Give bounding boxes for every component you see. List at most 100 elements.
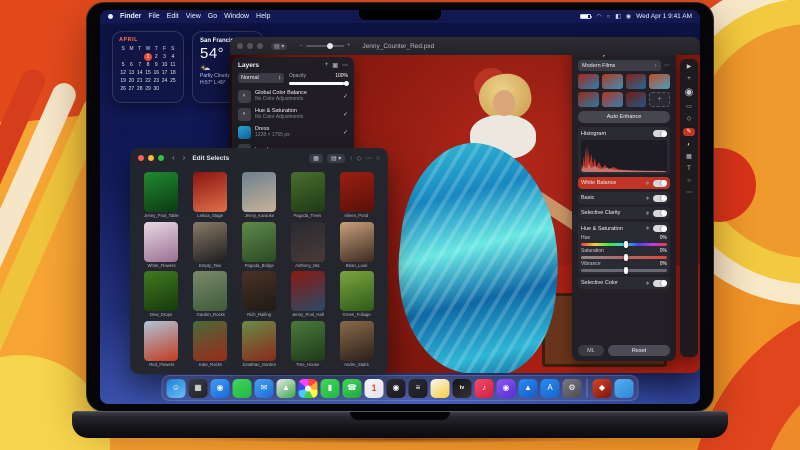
layer-visibility-check[interactable]: ✓ <box>343 129 348 136</box>
dock-system-settings[interactable]: ⚙ <box>563 379 582 398</box>
layer-row[interactable]: Dress1228 × 1755 px✓ <box>238 126 348 139</box>
layer-row[interactable]: ◐Hue & SaturationNo Color Adjustments✓ <box>238 108 348 121</box>
dock-maps[interactable]: ▲ <box>277 379 296 398</box>
photo-thumbnail[interactable] <box>144 321 178 361</box>
effects-tool-icon[interactable]: ◐ <box>687 142 691 148</box>
preset-tile[interactable] <box>578 74 599 89</box>
blend-mode-select[interactable]: Normal ↕ <box>238 73 284 83</box>
photo-thumbnail[interactable] <box>193 172 227 212</box>
photo-item[interactable]: Pagoda_Bridge <box>237 222 282 270</box>
calendar-widget[interactable]: APRIL SMTWTFS123456789101112131415161718… <box>112 31 184 103</box>
photo-thumbnail[interactable] <box>242 222 276 262</box>
color-adjustments-tool-icon[interactable]: ✎ <box>683 128 695 136</box>
siri-icon[interactable]: ◉ <box>626 13 631 20</box>
dock-keynote[interactable]: ▲ <box>519 379 538 398</box>
photo-item[interactable]: Leticia_Stage <box>188 172 233 220</box>
slider-knob[interactable] <box>624 254 628 261</box>
retouch-tool-icon[interactable]: ▦ <box>686 154 692 160</box>
photo-item[interactable]: Green_Foliage <box>334 271 379 319</box>
adjustment-toggle[interactable] <box>653 180 667 187</box>
dock-messages[interactable] <box>233 379 252 398</box>
wifi-icon[interactable]: ◠ <box>596 13 601 20</box>
slider-saturation[interactable]: Saturation0% <box>581 248 667 259</box>
preset-tile[interactable] <box>649 74 670 89</box>
dock-reminders[interactable]: ≡ <box>409 379 428 398</box>
control-center-icon[interactable]: ◧ <box>615 13 621 20</box>
photo-thumbnail[interactable] <box>291 321 325 361</box>
add-layer-icon[interactable]: + <box>325 62 329 69</box>
selection-tool-icon[interactable]: ◇ <box>687 116 692 122</box>
photo-thumbnail[interactable] <box>144 172 178 212</box>
slider-knob[interactable] <box>624 241 628 248</box>
ml-button[interactable]: ML <box>578 345 604 356</box>
reset-button[interactable]: Reset <box>608 345 670 356</box>
minimize-button[interactable] <box>148 155 154 161</box>
photo-item[interactable]: Jonathan_Garden <box>237 321 282 369</box>
dock-app-store[interactable]: A <box>541 379 560 398</box>
photo-thumbnail[interactable] <box>242 172 276 212</box>
photo-item[interactable]: Kate_Rocks <box>188 321 233 369</box>
menu-bar-clock[interactable]: Wed Apr 1 9:41 AM <box>636 13 692 20</box>
adjustment-row-basic[interactable]: Basic∗ <box>578 192 670 204</box>
hue-saturation-toggle[interactable] <box>653 225 667 232</box>
adjustment-toggle[interactable] <box>653 210 667 217</box>
photo-thumbnail[interactable] <box>144 222 178 262</box>
dock-music[interactable]: ♪ <box>475 379 494 398</box>
preset-tile[interactable] <box>626 92 647 107</box>
share-icon[interactable]: ↑ <box>349 155 352 162</box>
forward-icon[interactable]: › <box>183 154 186 162</box>
layer-visibility-check[interactable]: ✓ <box>343 93 348 100</box>
hue-saturation-row[interactable]: Hue & Saturation ∗ <box>581 224 667 233</box>
photo-thumbnail[interactable] <box>144 271 178 311</box>
preset-group-select[interactable]: Modern Films ↕ <box>578 60 661 71</box>
dock-photo-booth[interactable]: ◉ <box>387 379 406 398</box>
opacity-slider[interactable] <box>289 82 348 85</box>
preset-add-tile[interactable]: + <box>649 92 670 107</box>
list-view-icon[interactable]: ▤ ▾ <box>327 154 345 163</box>
dock-notes[interactable] <box>431 379 450 398</box>
layer-visibility-check[interactable]: ✓ <box>343 111 348 118</box>
menu-finder[interactable]: Finder <box>120 13 141 20</box>
menu-window[interactable]: Window <box>224 13 249 20</box>
search-icon[interactable]: ○ <box>376 155 380 162</box>
photo-thumbnail[interactable] <box>193 222 227 262</box>
photo-thumbnail[interactable] <box>340 222 374 262</box>
grid-view-icon[interactable]: ▦ <box>309 154 323 163</box>
dock-phone[interactable]: ☎ <box>343 379 362 398</box>
edit-mode-icon[interactable]: ◉ <box>685 88 694 98</box>
zoom-slider[interactable] <box>306 45 344 48</box>
minimize-button[interactable] <box>247 43 253 49</box>
photo-item[interactable]: Empty_Taxi <box>188 222 233 270</box>
slider-vibrance[interactable]: Vibrance0% <box>581 261 667 272</box>
photo-item[interactable]: Red_Flowers <box>139 321 184 369</box>
photo-thumbnail[interactable] <box>193 321 227 361</box>
photo-thumbnail[interactable] <box>242 271 276 311</box>
photo-thumbnail[interactable] <box>291 172 325 212</box>
search-icon[interactable]: ○ <box>607 14 611 20</box>
photo-item[interactable]: Rich_Railing <box>237 271 282 319</box>
adjustment-row-white-balance[interactable]: White Balance∗ <box>578 177 670 189</box>
histogram-toggle[interactable] <box>653 130 667 137</box>
photo-thumbnail[interactable] <box>340 172 374 212</box>
menu-edit[interactable]: Edit <box>167 13 179 20</box>
editor-titlebar[interactable]: ▤ ▾ − + Jenny_Counter_Red.pxd <box>230 37 700 55</box>
dock-launchpad[interactable]: ▦ <box>189 379 208 398</box>
photo-thumbnail[interactable] <box>340 271 374 311</box>
preset-more-icon[interactable]: ⋯ <box>664 62 670 69</box>
slider-hue[interactable]: Hue0% <box>581 235 667 246</box>
menu-help[interactable]: Help <box>256 13 270 20</box>
apple-menu-icon[interactable] <box>108 14 113 19</box>
photo-item[interactable]: Tree_House <box>285 321 330 369</box>
sidebar-toggle-icon[interactable]: ▤ ▾ <box>271 43 287 50</box>
photo-item[interactable]: Dew_Drops <box>139 271 184 319</box>
dock-podcasts[interactable]: ◉ <box>497 379 516 398</box>
dock-tv[interactable]: tv <box>453 379 472 398</box>
browser-titlebar[interactable]: ‹ › Edit Selects ▦ ▤ ▾ ↑ ◇ ⋯ ○ <box>130 148 388 168</box>
preset-tile[interactable] <box>626 74 647 89</box>
photo-thumbnail[interactable] <box>291 222 325 262</box>
more-tools-icon[interactable]: ⋯ <box>686 190 692 196</box>
photo-item[interactable]: Garden_Rocks <box>188 271 233 319</box>
photo-item[interactable]: Pagoda_Trees <box>285 172 330 220</box>
photo-item[interactable]: Andre_Stairs <box>334 321 379 369</box>
photo-item[interactable]: Brian_Look <box>334 222 379 270</box>
